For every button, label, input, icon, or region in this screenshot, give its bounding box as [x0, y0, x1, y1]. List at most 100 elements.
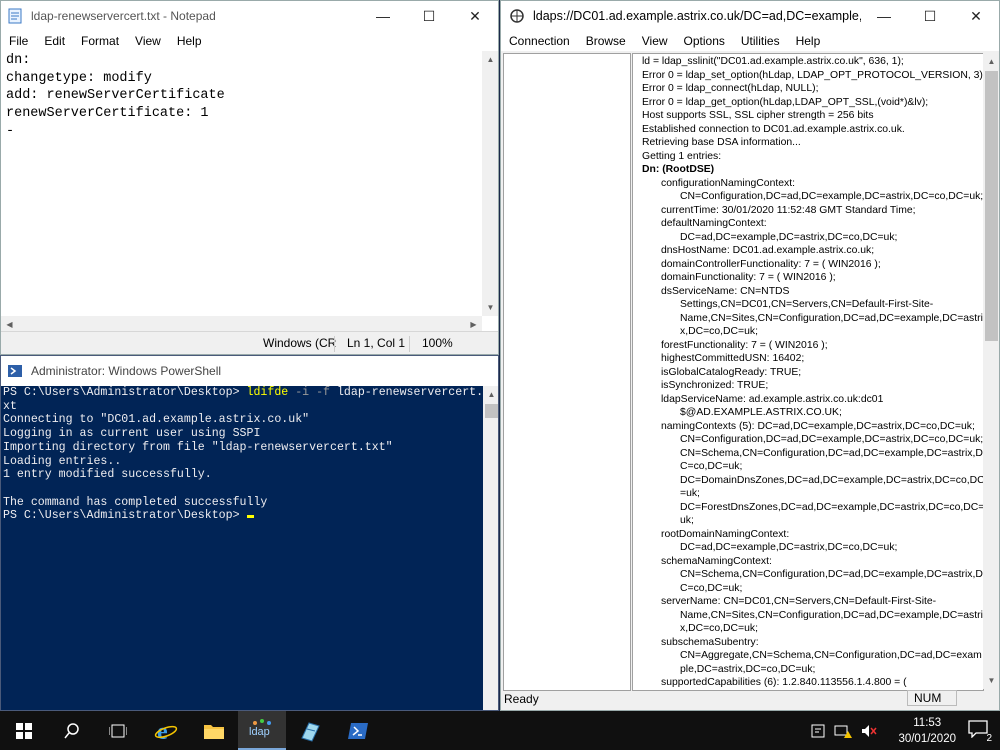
notepad-icon [301, 721, 320, 742]
ldp-output-line: Error 0 = ldap_set_option(hLdap, LDAP_OP… [642, 69, 984, 81]
scroll-thumb[interactable] [485, 404, 498, 418]
security-icon[interactable] [810, 723, 826, 739]
task-view-button[interactable] [94, 711, 142, 750]
close-button[interactable]: ✕ [953, 1, 999, 31]
menu-view[interactable]: View [634, 34, 676, 48]
ldp-output-pane[interactable]: ld = ldap_sslinit("DC01.ad.example.astri… [632, 53, 984, 691]
ldp-output-line: ple,DC=astrix,DC=co,DC=uk; [680, 663, 816, 675]
volume-muted-icon[interactable] [860, 723, 878, 739]
ldp-output-line: ldapServiceName: ad.example.astrix.co.uk… [661, 393, 884, 405]
status-position: Ln 1, Col 1 [334, 336, 405, 352]
ldp-tree-pane[interactable] [503, 53, 631, 691]
menu-connection[interactable]: Connection [501, 34, 578, 48]
close-button[interactable]: ✕ [452, 1, 498, 31]
maximize-button[interactable]: ☐ [907, 1, 953, 31]
powershell-titlebar[interactable]: Administrator: Windows PowerShell [1, 356, 498, 386]
output-line: 1 entry modified successfully. [3, 468, 212, 482]
menu-format[interactable]: Format [73, 34, 127, 48]
taskbar-ldp[interactable]: ldap [238, 711, 286, 750]
notepad-editor[interactable]: dn: changetype: modify add: renewServerCer… [1, 51, 483, 316]
ldp-output-line: CN=Aggregate,CN=Schema,CN=Configuration,… [680, 650, 982, 661]
ldp-output-line: CN=Configuration,DC=ad,DC=example,DC=ast… [680, 191, 984, 202]
prompt: PS C:\Users\Administrator\Desktop> [3, 386, 247, 399]
ldp-output-line: DC=ad,DC=example,DC=astrix,DC=co,DC=uk; [680, 542, 898, 553]
ldp-output-line: Established connection to DC01.ad.exampl… [642, 123, 905, 135]
scroll-down-arrow[interactable]: ▼ [482, 299, 498, 316]
output-line: Loading entries.. [3, 454, 122, 468]
maximize-button[interactable]: ☐ [406, 1, 452, 31]
status-ready: Ready [504, 692, 539, 706]
ldp-output-line: rootDomainNamingContext: [661, 528, 790, 540]
notification-center-button[interactable]: 2 [968, 720, 992, 744]
ldp-output-line: schemaNamingContext: [661, 555, 772, 567]
scroll-down-arrow[interactable]: ▼ [983, 672, 999, 689]
scroll-thumb[interactable] [985, 71, 998, 341]
ldp-output-line: C=co,DC=uk; [680, 461, 743, 472]
ldp-output-line: CN=Configuration,DC=ad,DC=example,DC=ast… [680, 434, 984, 445]
ldp-output-line: dsServiceName: CN=NTDS [661, 285, 790, 297]
menu-browse[interactable]: Browse [578, 34, 634, 48]
scroll-up-arrow[interactable]: ▲ [983, 53, 999, 70]
ldp-output-line: isGlobalCatalogReady: TRUE; [661, 366, 802, 378]
menu-utilities[interactable]: Utilities [733, 34, 788, 48]
menu-options[interactable]: Options [676, 34, 733, 48]
powershell-vscrollbar[interactable]: ▲ [483, 386, 498, 710]
taskbar-powershell[interactable] [334, 711, 382, 750]
notification-icon [968, 720, 988, 739]
taskbar-clock[interactable]: 11:53 30/01/2020 [898, 715, 956, 747]
ldp-vscrollbar[interactable]: ▲ ▼ [983, 53, 999, 689]
menu-help[interactable]: Help [169, 34, 210, 48]
minimize-button[interactable]: — [360, 1, 406, 31]
menu-help[interactable]: Help [788, 34, 829, 48]
status-encoding: Windows (CR [263, 336, 337, 350]
command-wrap: xt [3, 399, 17, 413]
ldp-output-line: DC=DomainDnsZones,DC=ad,DC=example,DC=as… [680, 474, 984, 486]
ldp-output-line: Error 0 = ldap_connect(hLdap, NULL); [642, 83, 819, 94]
powershell-title: Administrator: Windows PowerShell [31, 364, 222, 378]
notepad-title: ldap-renewservercert.txt - Notepad [31, 9, 216, 23]
search-button[interactable] [48, 711, 96, 750]
start-button[interactable] [0, 711, 48, 750]
taskbar-file-explorer[interactable] [190, 711, 238, 750]
ldp-output-line: x,DC=co,DC=uk; [680, 326, 758, 337]
ldp-output-line: currentTime: 30/01/2020 11:52:48 GMT Sta… [661, 204, 916, 216]
task-view-icon [109, 724, 127, 737]
internet-explorer-icon: e [154, 719, 178, 743]
output-line: Importing directory from file "ldap-rene… [3, 440, 393, 454]
clock-time: 11:53 [913, 717, 942, 729]
ldp-output-line: Settings,CN=DC01,CN=Servers,CN=Default-F… [680, 299, 934, 310]
notepad-vscrollbar[interactable]: ▲ ▼ [482, 51, 498, 316]
scroll-up-arrow[interactable]: ▲ [482, 51, 498, 68]
ldp-output-line: domainFunctionality: 7 = ( WIN2016 ); [661, 272, 836, 283]
ldp-output-line: DC=ad,DC=example,DC=astrix,DC=co,DC=uk; [680, 231, 898, 243]
taskbar: e ldap 11:53 30/01/2020 2 [0, 711, 1000, 750]
menu-edit[interactable]: Edit [36, 34, 73, 48]
ldp-output-line: C=co,DC=uk; [680, 582, 743, 594]
taskbar-internet-explorer[interactable]: e [142, 711, 190, 750]
output-line: Logging in as current user using SSPI [3, 427, 261, 441]
taskbar-notepad[interactable] [286, 711, 334, 750]
ldp-output-line: Dn: (RootDSE) [642, 164, 715, 175]
minimize-button[interactable]: — [861, 1, 907, 31]
menu-view[interactable]: View [127, 34, 169, 48]
scroll-up-arrow[interactable]: ▲ [483, 386, 498, 403]
editor-line: changetype: modify [6, 70, 152, 86]
command-args: -i -f [288, 386, 331, 399]
menu-file[interactable]: File [1, 34, 36, 48]
notepad-titlebar[interactable]: ldap-renewservercert.txt - Notepad — ☐ ✕ [1, 1, 498, 31]
powershell-window: Administrator: Windows PowerShell PS C:\… [0, 355, 499, 711]
ldp-output-text: ld = ldap_sslinit("DC01.ad.example.astri… [642, 55, 984, 690]
ldp-titlebar[interactable]: ldaps://DC01.ad.example.astrix.co.uk/DC=… [501, 1, 999, 31]
powershell-icon [348, 722, 368, 739]
system-tray [810, 723, 878, 739]
ldp-output-line: isSynchronized: TRUE; [661, 380, 769, 391]
ldp-output-line: forestFunctionality: 7 = ( WIN2016 ); [661, 339, 828, 351]
folder-icon [204, 724, 224, 739]
ldp-title: ldaps://DC01.ad.example.astrix.co.uk/DC=… [533, 9, 861, 23]
powershell-console[interactable]: PS C:\Users\Administrator\Desktop> ldifd… [3, 386, 490, 706]
ldp-output-line: $@AD.EXAMPLE.ASTRIX.CO.UK; [680, 407, 842, 418]
network-warning-icon[interactable] [834, 723, 852, 739]
clock-date: 30/01/2020 [898, 733, 956, 745]
prompt: PS C:\Users\Administrator\Desktop> [3, 509, 247, 523]
notepad-statusbar: Windows (CR Ln 1, Col 1 100% [1, 331, 498, 354]
